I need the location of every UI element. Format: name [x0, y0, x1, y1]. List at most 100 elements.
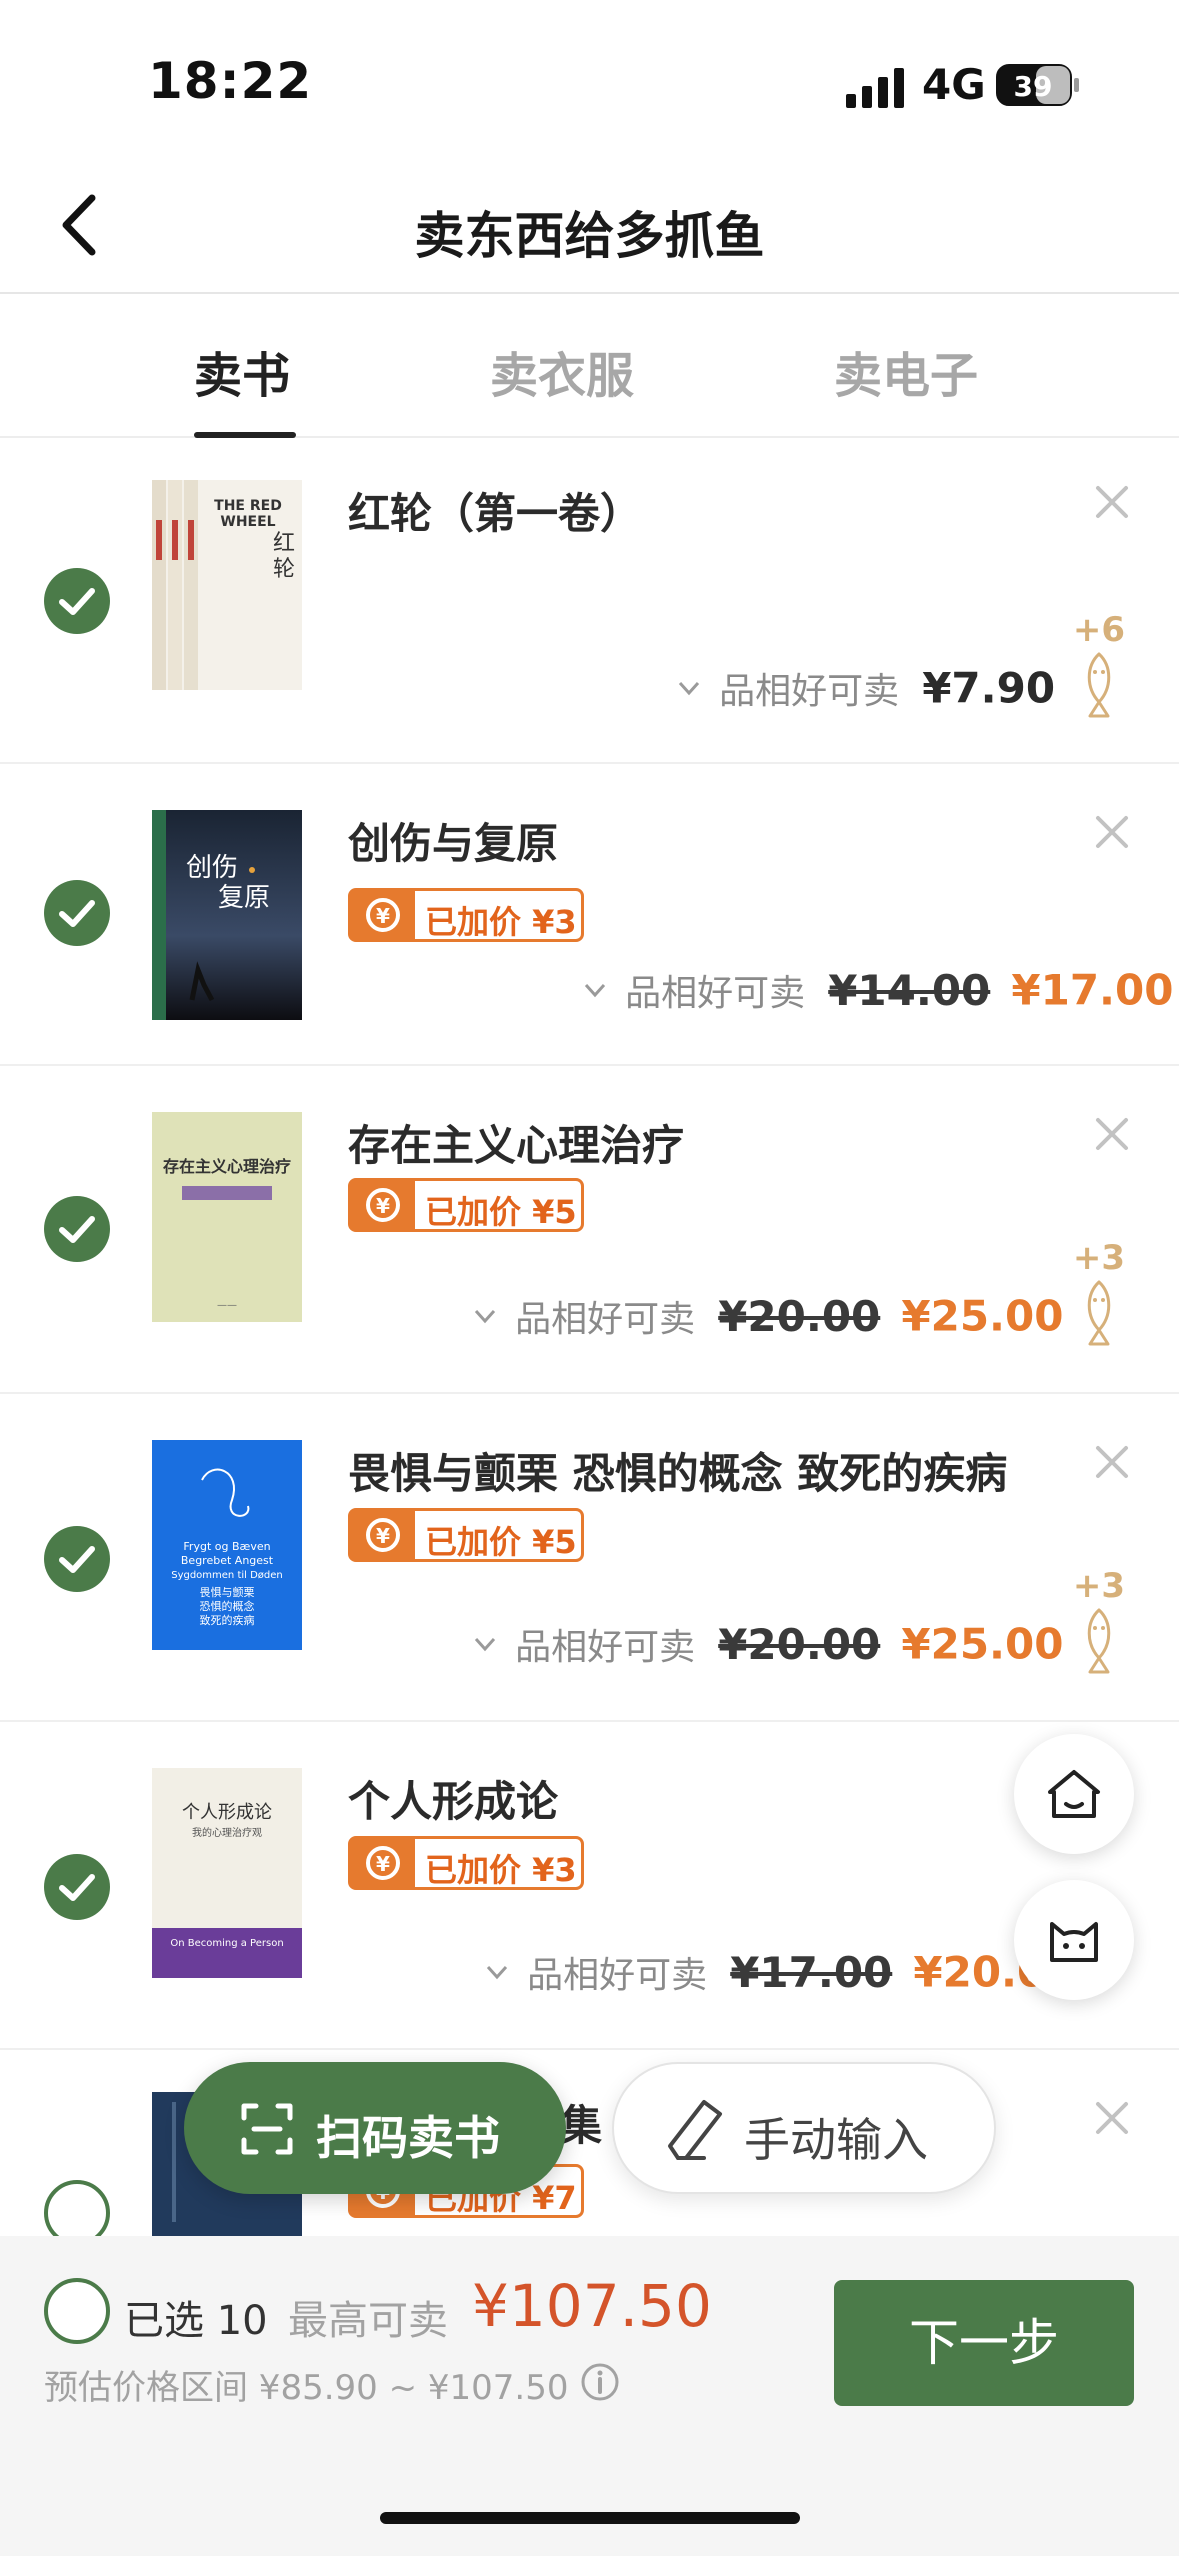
book-cover-art: 创伤 复原 — [152, 810, 302, 1020]
book-item: 存在主义心理治疗 —— 存在主义心理治疗 ¥ 已加价 ¥5 品相好可卖 ¥20.… — [0, 1068, 1179, 1394]
svg-text:¥: ¥ — [376, 1852, 390, 1876]
next-step-button[interactable]: 下一步 — [834, 2280, 1134, 2406]
book-item: Frygt og Bæven Begrebet Angest Sygdommen… — [0, 1396, 1179, 1722]
category-tabs: 卖书 卖衣服 卖电子 — [0, 296, 1179, 438]
bonus-count: +6 — [1072, 610, 1126, 650]
markup-badge: ¥ 已加价 ¥3 — [348, 888, 584, 942]
book-cover[interactable]: 创伤 复原 — [152, 810, 302, 1020]
manual-input-label: 手动输入 — [744, 2113, 928, 2167]
price-range: 预估价格区间 ¥85.90 ~ ¥107.50 — [44, 2368, 569, 2408]
condition-label: 品相好可卖 — [515, 1299, 696, 1340]
tab-sell-books[interactable]: 卖书 — [194, 336, 290, 406]
book-cover[interactable]: THE RED WHEEL 红 轮 — [152, 480, 302, 690]
original-price: ¥14.00 — [828, 965, 991, 1015]
nav-bar: 卖东西给多抓鱼 — [0, 160, 1179, 294]
checked-circle-icon[interactable] — [44, 1526, 110, 1592]
battery-level: 39 — [1014, 70, 1053, 103]
markup-badge: ¥ 已加价 ¥3 — [348, 1836, 584, 1890]
book-cover-art: 存在主义心理治疗 —— — [152, 1112, 302, 1322]
book-cover-art: 个人形成论 我的心理治疗观 On Becoming a Person — [152, 1768, 302, 1978]
close-icon[interactable] — [1092, 482, 1132, 522]
price-row[interactable]: 品相好可卖 ¥20.00 ¥25.00 — [470, 1618, 1063, 1674]
markup-label: 已加价 ¥3 — [425, 1851, 577, 1889]
selected-count: 已选 10 — [124, 2298, 268, 2344]
svg-text:致死的疾病: 致死的疾病 — [200, 1613, 255, 1627]
book-title[interactable]: 集 — [560, 2092, 602, 2153]
scan-sell-label: 扫码卖书 — [316, 2111, 500, 2165]
svg-text:Frygt og Bæven: Frygt og Bæven — [183, 1540, 270, 1553]
markup-badge: ¥ 已加价 ¥5 — [348, 1178, 584, 1232]
checked-circle-icon[interactable] — [44, 568, 110, 634]
svg-text:存在主义心理治疗: 存在主义心理治疗 — [163, 1157, 291, 1176]
book-cover-art: Frygt og Bæven Begrebet Angest Sygdommen… — [152, 1440, 302, 1650]
book-cover[interactable]: Frygt og Bæven Begrebet Angest Sygdommen… — [152, 1440, 302, 1650]
page-title: 卖东西给多抓鱼 — [414, 207, 765, 265]
active-tab-indicator — [194, 432, 296, 438]
book-title[interactable]: 红轮（第一卷） — [348, 480, 642, 541]
price-row[interactable]: 品相好可卖 ¥14.00 ¥17.00 — [580, 964, 1173, 1020]
close-icon[interactable] — [1092, 1442, 1132, 1482]
book-title[interactable]: 创伤与复原 — [348, 810, 558, 871]
condition-label: 品相好可卖 — [719, 671, 900, 712]
checked-circle-icon[interactable] — [44, 880, 110, 946]
book-title[interactable]: 畏惧与颤栗 恐惧的概念 致死的疾病 — [348, 1440, 1007, 1501]
svg-text:Begrebet Angest: Begrebet Angest — [181, 1554, 274, 1567]
bonus-count: +3 — [1072, 1238, 1126, 1278]
unchecked-circle-icon[interactable] — [44, 2180, 110, 2236]
max-sell-label: 最高可卖 — [288, 2298, 448, 2344]
close-icon[interactable] — [1092, 1114, 1132, 1154]
cat-face-icon — [1050, 1922, 1098, 1962]
book-title[interactable]: 个人形成论 — [348, 1768, 558, 1829]
book-title[interactable]: 存在主义心理治疗 — [348, 1112, 684, 1173]
scan-icon — [241, 2103, 293, 2155]
price-row[interactable]: 品相好可卖 ¥20.00 ¥25.00 — [470, 1290, 1063, 1346]
markup-badge: ¥ 已加价 ¥5 — [348, 1508, 584, 1562]
markup-label: 已加价 ¥5 — [425, 1523, 577, 1561]
svg-text:¥: ¥ — [376, 904, 390, 928]
checked-circle-icon[interactable] — [44, 1196, 110, 1262]
home-button[interactable] — [1014, 1734, 1134, 1854]
price-row[interactable]: 品相好可卖 ¥17.00 ¥20.00 — [482, 1946, 1075, 2002]
condition-label: 品相好可卖 — [527, 1955, 708, 1996]
home-icon — [1048, 1770, 1100, 1818]
raised-price: ¥17.00 — [1011, 965, 1174, 1015]
book-item: 个人形成论 我的心理治疗观 On Becoming a Person 个人形成论… — [0, 1724, 1179, 2050]
manual-input-button[interactable]: 手动输入 — [612, 2062, 996, 2194]
svg-text:WHEEL: WHEEL — [220, 514, 275, 530]
original-price: ¥20.00 — [718, 1291, 881, 1341]
select-all-radio[interactable] — [44, 2278, 110, 2344]
svg-text:Sygdommen til Døden: Sygdommen til Døden — [171, 1570, 283, 1581]
svg-text:恐惧的概念: 恐惧的概念 — [200, 1599, 255, 1613]
total-price: ¥107.50 — [472, 2272, 712, 2340]
tab-sell-clothes[interactable]: 卖衣服 — [490, 336, 634, 406]
svg-text:个人形成论: 个人形成论 — [182, 1802, 272, 1823]
customer-service-button[interactable] — [1014, 1880, 1134, 2000]
svg-text:红: 红 — [273, 531, 295, 556]
yuan-cycle-icon: ¥ — [351, 1511, 415, 1559]
checkout-bar: 已选 10 最高可卖 ¥107.50 预估价格区间 ¥85.90 ~ ¥107.… — [0, 2236, 1179, 2556]
checked-circle-icon[interactable] — [44, 1854, 110, 1920]
book-cover[interactable]: 个人形成论 我的心理治疗观 On Becoming a Person — [152, 1768, 302, 1978]
raised-price: ¥25.00 — [901, 1291, 1064, 1341]
book-cover[interactable]: 存在主义心理治疗 —— — [152, 1112, 302, 1322]
chevron-down-icon — [584, 983, 606, 998]
fish-icon — [1087, 652, 1111, 718]
scan-sell-button[interactable]: 扫码卖书 — [184, 2062, 566, 2194]
fish-icon — [1087, 1280, 1111, 1346]
pencil-icon — [668, 2100, 722, 2160]
price-row[interactable]: 品相好可卖 ¥7.90 — [674, 662, 1055, 718]
battery-icon: 39 — [996, 64, 1079, 106]
chevron-down-icon — [474, 1637, 496, 1652]
yuan-cycle-icon: ¥ — [351, 891, 415, 939]
svg-text:创伤: 创伤 — [186, 853, 238, 883]
sell-price: ¥7.90 — [922, 663, 1056, 713]
svg-text:¥: ¥ — [376, 1194, 390, 1218]
close-icon[interactable] — [1092, 812, 1132, 852]
info-icon[interactable] — [580, 2362, 620, 2402]
network-label: 4G — [922, 60, 986, 109]
tab-sell-electronics[interactable]: 卖电子 — [834, 336, 978, 406]
close-icon[interactable] — [1092, 2098, 1132, 2138]
markup-label: 已加价 ¥3 — [425, 903, 577, 941]
original-price: ¥20.00 — [718, 1619, 881, 1669]
yuan-cycle-icon: ¥ — [351, 1181, 415, 1229]
